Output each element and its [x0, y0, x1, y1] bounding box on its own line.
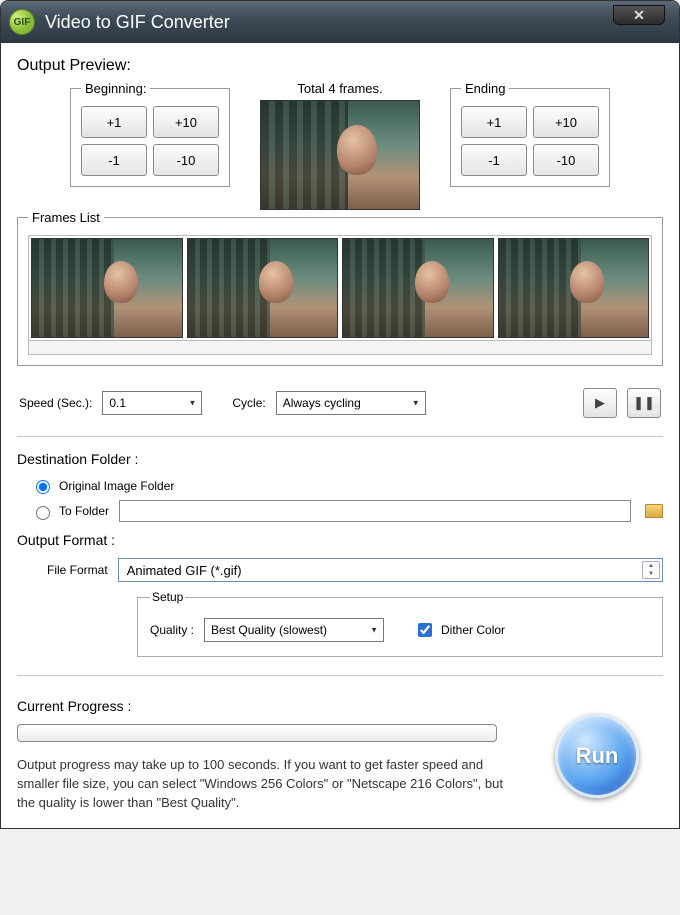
frame-thumb[interactable] — [342, 238, 494, 338]
chevron-down-icon: ▼ — [643, 570, 659, 578]
file-format-value: Animated GIF (*.gif) — [127, 563, 242, 578]
beginning-plus10-button[interactable]: +10 — [153, 106, 219, 138]
beginning-minus10-button[interactable]: -10 — [153, 144, 219, 176]
cycle-combo[interactable]: Always cycling — [276, 391, 426, 415]
quality-value: Best Quality (slowest) — [211, 623, 327, 637]
file-format-combo[interactable]: Animated GIF (*.gif) ▲ ▼ — [118, 558, 663, 582]
destination-folder-label: Destination Folder : — [17, 451, 663, 467]
output-format-label: Output Format : — [17, 532, 663, 548]
cycle-value: Always cycling — [283, 396, 361, 410]
beginning-plus1-button[interactable]: +1 — [81, 106, 147, 138]
app-icon: GIF — [9, 9, 35, 35]
titlebar: GIF Video to GIF Converter ✕ — [1, 1, 679, 43]
speed-label: Speed (Sec.): — [19, 396, 92, 410]
ending-plus1-button[interactable]: +1 — [461, 106, 527, 138]
progress-bar — [17, 724, 497, 742]
dither-color-label: Dither Color — [441, 623, 505, 637]
beginning-group: Beginning: +1 +10 -1 -10 — [70, 81, 230, 187]
play-icon: ▶ — [595, 395, 605, 411]
original-folder-label: Original Image Folder — [59, 479, 174, 493]
frames-list-group: Frames List — [17, 210, 663, 366]
ending-minus1-button[interactable]: -1 — [461, 144, 527, 176]
quality-label: Quality : — [150, 623, 194, 637]
divider — [17, 436, 663, 437]
quality-combo[interactable]: Best Quality (slowest) — [204, 618, 384, 642]
speed-value: 0.1 — [109, 396, 126, 410]
cycle-label: Cycle: — [232, 396, 265, 410]
output-preview-label: Output Preview: — [17, 57, 663, 75]
ending-plus10-button[interactable]: +10 — [533, 106, 599, 138]
frames-row — [28, 235, 652, 341]
to-folder-input[interactable] — [119, 500, 631, 522]
frame-thumb[interactable] — [187, 238, 339, 338]
to-folder-label: To Folder — [59, 504, 109, 518]
ending-group: Ending +1 +10 -1 -10 — [450, 81, 610, 187]
close-button[interactable]: ✕ — [613, 5, 665, 25]
pause-button[interactable]: ❚❚ — [627, 388, 661, 418]
browse-folder-icon[interactable] — [645, 504, 663, 518]
total-frames-label: Total 4 frames. — [260, 81, 420, 96]
setup-legend: Setup — [150, 590, 185, 604]
speed-combo[interactable]: 0.1 — [102, 391, 202, 415]
close-icon: ✕ — [633, 7, 645, 24]
frame-thumb[interactable] — [498, 238, 650, 338]
beginning-minus1-button[interactable]: -1 — [81, 144, 147, 176]
play-button[interactable]: ▶ — [583, 388, 617, 418]
beginning-legend: Beginning: — [81, 81, 150, 96]
current-progress-label: Current Progress : — [17, 698, 663, 714]
progress-hint-text: Output progress may take up to 100 secon… — [17, 756, 517, 813]
window-title: Video to GIF Converter — [45, 12, 230, 33]
chevron-up-icon: ▲ — [643, 562, 659, 570]
divider — [17, 675, 663, 676]
ending-legend: Ending — [461, 81, 509, 96]
pause-icon: ❚❚ — [633, 395, 655, 411]
setup-group: Setup Quality : Best Quality (slowest) D… — [137, 590, 663, 657]
frames-scrollbar[interactable] — [28, 341, 652, 355]
app-window: GIF Video to GIF Converter ✕ Output Prev… — [0, 0, 680, 829]
frames-list-legend: Frames List — [28, 210, 104, 225]
run-button[interactable]: Run — [555, 714, 639, 798]
file-format-label: File Format — [47, 563, 108, 577]
to-folder-radio[interactable] — [36, 506, 50, 520]
original-folder-radio[interactable] — [36, 480, 50, 494]
file-format-spinner[interactable]: ▲ ▼ — [642, 561, 660, 579]
dither-color-checkbox[interactable] — [418, 623, 432, 637]
run-button-label: Run — [576, 743, 619, 769]
frame-thumb[interactable] — [31, 238, 183, 338]
ending-minus10-button[interactable]: -10 — [533, 144, 599, 176]
preview-image — [260, 100, 420, 210]
